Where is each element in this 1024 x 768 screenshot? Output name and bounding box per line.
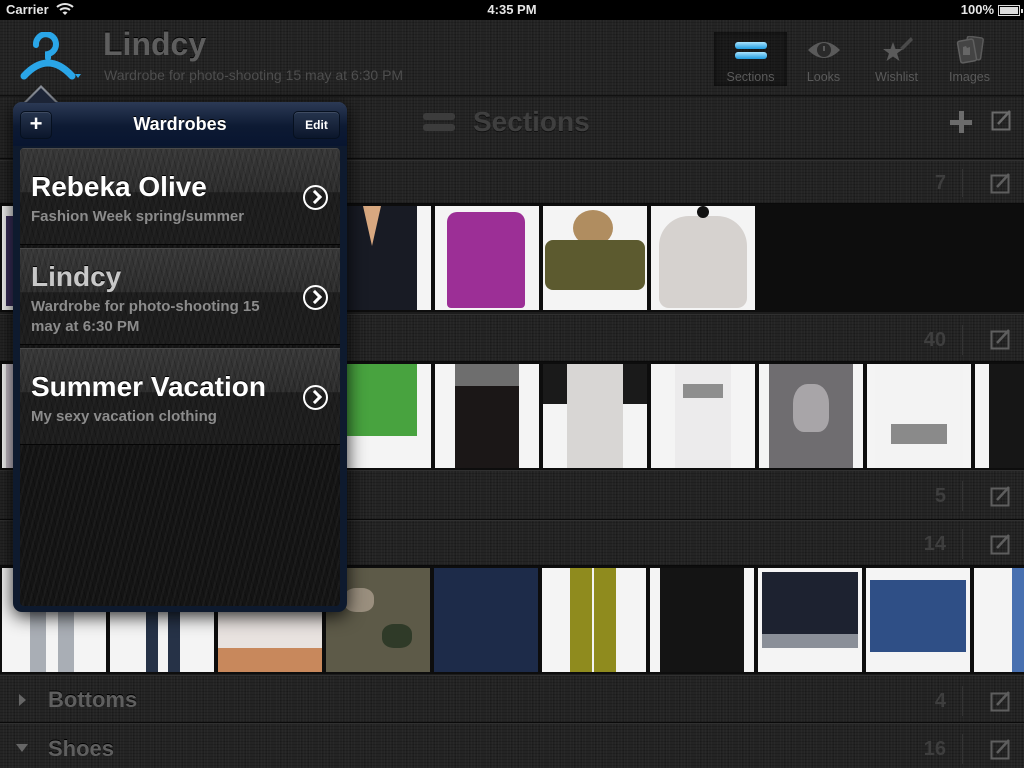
thumbnail[interactable] [542,568,646,672]
wardrobe-name: Lindcy [31,261,122,292]
divider [962,734,963,764]
divider [962,481,963,511]
wardrobes-popover: + Wardrobes Edit Rebeka Olive Fashion We… [13,102,347,612]
tab-wishlist[interactable]: Wishlist [860,32,933,86]
section-header-bottoms[interactable]: Bottoms 4 [0,675,1024,723]
thumbnail[interactable] [651,364,755,468]
wardrobe-subtitle: Wardrobe for photo-shooting 15 may at 6:… [104,67,404,83]
edit-section-button[interactable] [990,738,1012,760]
tab-images[interactable]: Images [933,32,1006,86]
status-bar: Carrier 4:35 PM 100% [0,0,1024,20]
wardrobe-description: Wardrobe for photo-shooting 15 may at 6:… [31,298,260,335]
section-header-shoes[interactable]: Shoes 16 [0,723,1024,768]
edit-section-button[interactable] [990,533,1012,555]
divider [962,529,963,559]
hanger-icon[interactable] [20,32,82,84]
thumbnail[interactable] [866,568,970,672]
edit-wardrobes-button[interactable]: Edit [293,111,340,139]
battery-icon [998,5,1023,16]
tab-label: Images [949,70,990,84]
thumbnail[interactable] [435,206,539,310]
wardrobe-list: Rebeka Olive Fashion Week spring/summer … [20,148,340,606]
thumbnail[interactable] [867,364,971,468]
thumbnail[interactable] [651,206,755,310]
divider [962,686,963,716]
edit-sections-button[interactable] [991,109,1013,131]
thumbnail[interactable] [435,364,539,468]
popover-arrow-inner [26,88,56,103]
wardrobe-description: My sexy vacation clothing [31,408,217,425]
divider [962,169,963,197]
tab-label: Wishlist [874,70,919,84]
tab-bar: Sections Looks Wishlist Images [714,32,1006,86]
thumbnail[interactable] [758,568,862,672]
sections-heading: Sections [423,106,590,138]
edit-section-button[interactable] [990,690,1012,712]
battery-percent: 100% [960,2,994,17]
section-count: 4 [934,690,946,712]
section-name: Bottoms [48,687,138,712]
wardrobe-item-lindcy[interactable]: Lindcy Wardrobe for photo-shooting 15 ma… [20,248,340,345]
shooting-star-icon [882,37,913,61]
thumbnail[interactable] [345,364,431,468]
section-name: Shoes [48,736,115,761]
sections-icon [734,42,767,59]
wardrobe-title: Lindcy [103,26,207,62]
wardrobe-name: Rebeka Olive [31,171,207,202]
eye-icon [807,42,840,58]
thumbnail[interactable] [974,568,1024,672]
thumbnail[interactable] [543,364,647,468]
clock: 4:35 PM [487,2,537,17]
wardrobe-description: Fashion Week spring/summer [31,208,245,225]
section-count: 16 [923,738,946,760]
chevron-right-circle-icon[interactable] [303,285,328,310]
photos-icon [956,36,984,64]
tab-label: Sections [726,70,775,84]
section-count: 7 [934,172,946,194]
tab-sections[interactable]: Sections [714,32,787,86]
tab-label: Looks [806,70,841,84]
sections-list-icon [423,113,455,131]
chevron-right-circle-icon[interactable] [303,185,328,210]
divider [962,325,963,355]
chevron-down-icon[interactable] [16,741,28,755]
thumbnail[interactable] [650,568,754,672]
popover-header: + Wardrobes Edit [13,102,347,146]
wardrobe-item-summer-vacation[interactable]: Summer Vacation My sexy vacation clothin… [20,348,340,445]
edit-section-button[interactable] [990,485,1012,507]
wardrobe-item-rebeka-olive[interactable]: Rebeka Olive Fashion Week spring/summer [20,148,340,245]
wardrobe-name: Summer Vacation [31,371,266,402]
thumbnail[interactable] [543,206,647,310]
tab-looks[interactable]: Looks [787,32,860,86]
chevron-right-circle-icon[interactable] [303,385,328,410]
edit-section-button[interactable] [990,328,1012,350]
chevron-right-icon[interactable] [16,693,28,707]
sections-title: Sections [473,106,590,137]
edit-section-button[interactable] [990,172,1012,194]
section-count: 14 [923,533,946,555]
thumbnail[interactable] [975,364,1024,468]
section-count: 40 [923,329,946,351]
thumbnail[interactable] [759,364,863,468]
add-section-button[interactable] [948,109,974,135]
nav-header: Lindcy Wardrobe for photo-shooting 15 ma… [0,20,1024,96]
section-count: 5 [934,485,946,507]
thumbnail[interactable] [434,568,538,672]
